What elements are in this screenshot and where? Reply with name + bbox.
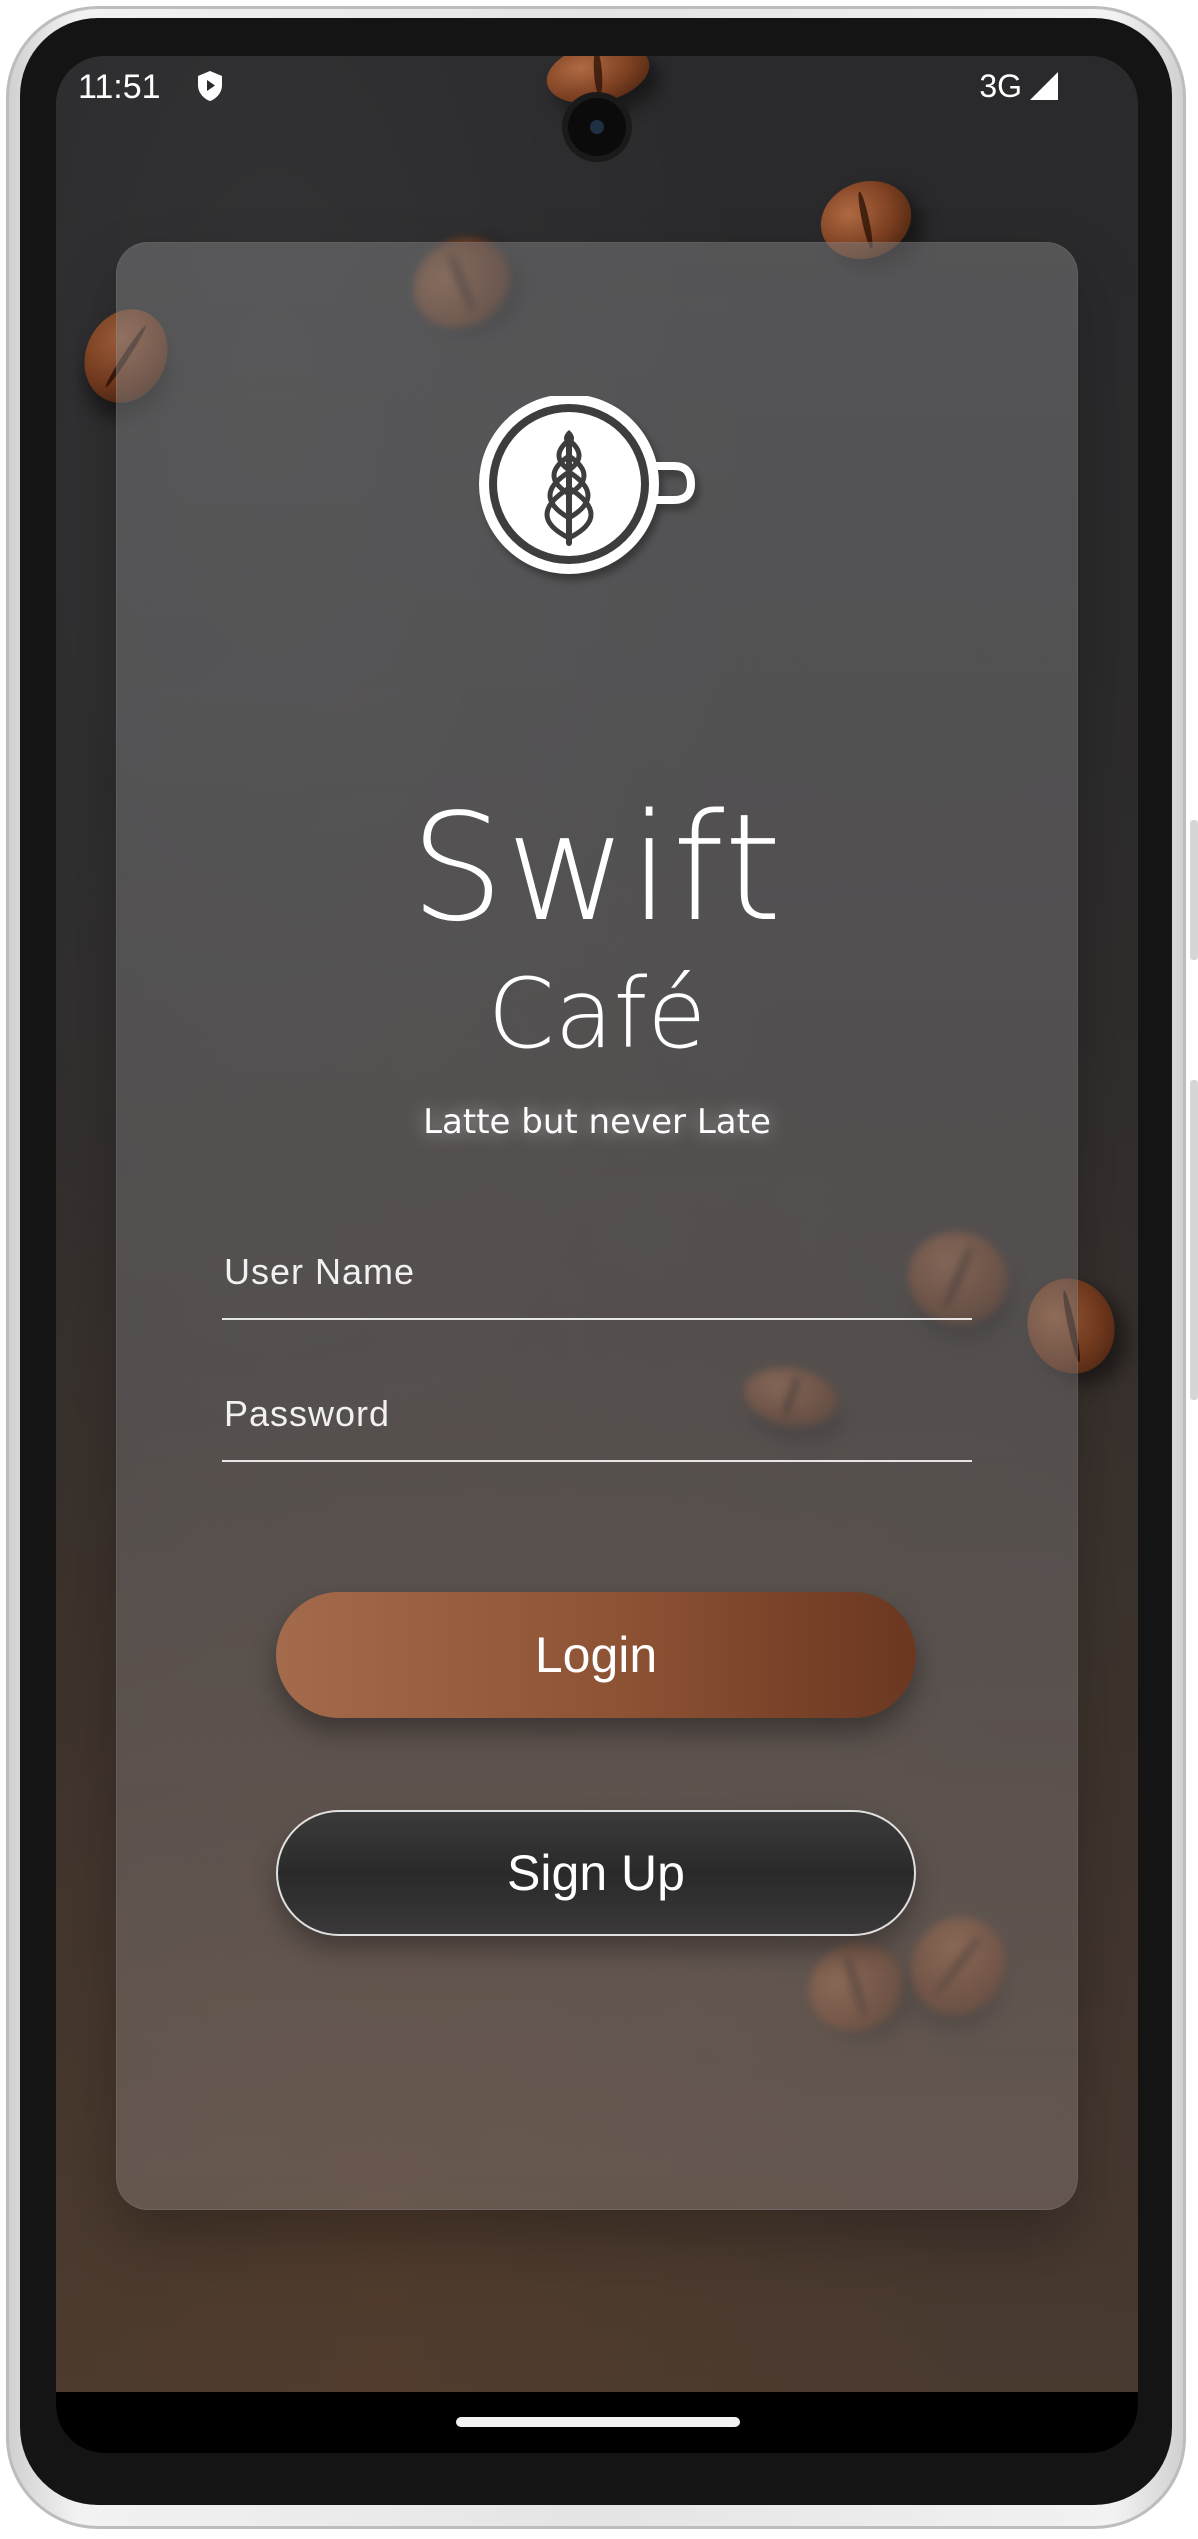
app-subtitle: Café bbox=[487, 958, 707, 1070]
signup-button[interactable]: Sign Up bbox=[276, 1810, 916, 1936]
login-content: Swift Café Latte but never Late Login Si… bbox=[56, 56, 1138, 2453]
power-button bbox=[1190, 1080, 1198, 1400]
username-input[interactable] bbox=[222, 1246, 976, 1298]
shield-play-icon bbox=[198, 71, 222, 101]
home-indicator[interactable] bbox=[456, 2417, 740, 2427]
phone-device: 11:51 3G Swift Café Latte but never Late… bbox=[0, 0, 1198, 2539]
login-button[interactable]: Login bbox=[276, 1592, 916, 1718]
app-tagline: Latte but never Late bbox=[423, 1102, 771, 1142]
username-field bbox=[222, 1228, 976, 1320]
password-field bbox=[222, 1370, 976, 1462]
signup-button-label: Sign Up bbox=[507, 1845, 685, 1901]
app-screen: 11:51 3G Swift Café Latte but never Late… bbox=[56, 56, 1138, 2453]
signal-icon bbox=[1030, 72, 1058, 100]
password-input[interactable] bbox=[222, 1388, 976, 1440]
app-title: Swift bbox=[410, 782, 784, 954]
latte-art-cup-icon bbox=[479, 396, 696, 574]
login-button-label: Login bbox=[534, 1627, 658, 1683]
network-type: 3G bbox=[979, 68, 1022, 104]
status-time: 11:51 bbox=[78, 68, 161, 106]
status-bar: 11:51 3G bbox=[56, 56, 1138, 176]
volume-button bbox=[1190, 820, 1198, 960]
